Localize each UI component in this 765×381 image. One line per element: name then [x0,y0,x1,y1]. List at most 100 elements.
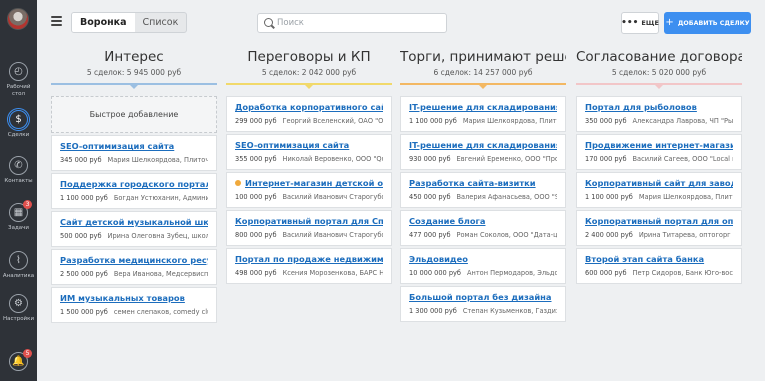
column-header: Интерес 5 сделок: 5 945 000 руб [51,44,217,89]
deal-title-link[interactable]: Продвижение интернет-магазина [585,140,733,151]
deal-amount: 450 000 руб [409,193,451,201]
deal-title-link[interactable]: Создание блога [409,216,557,227]
deal-card[interactable]: Эльдовидео 10 000 000 руб Антон Пермодаров… [400,248,566,284]
tab-list[interactable]: Список [135,13,187,32]
deal-card[interactable]: Разработка сайта-визитки 450 000 руб Валер… [400,172,566,208]
view-switcher: Воронка Список [71,12,188,33]
deal-contact: Петр Сидоров, Банк Юго-восток [632,269,733,277]
deal-title-text: Эльдовидео [409,254,468,264]
deal-title-text: Сайт детской музыкальной школы [60,217,208,227]
search-input[interactable] [277,15,442,31]
deal-card[interactable]: Большой портал без дизайна 1 300 000 руб С… [400,286,566,322]
deal-title-link[interactable]: Разработка медицинского ресурса [60,255,208,266]
deal-meta: 600 000 руб Петр Сидоров, Банк Юго-восток [585,269,733,278]
deal-title-link[interactable]: IT-решение для складирования [409,140,557,151]
pipeline-column: Согласование договора 5 сделок: 5 020 000… [576,44,742,284]
more-button[interactable]: ••• ЕЩЕ [621,12,659,34]
deal-title-text: IT-решение для складирования [409,102,557,112]
deal-contact: Мария Шелкоярдова, Плиточ... [462,117,557,125]
deal-meta: 1 100 000 руб Мария Шелкоярдова, Плиточ..… [409,117,557,126]
deal-contact: Вера Иванова, Медсервисплюс [113,270,208,278]
deal-card[interactable]: Корпоративный портал для Спец.монт... 800… [226,210,392,246]
deal-meta: 800 000 руб Василий Иванович Старогубов, … [235,231,383,240]
deal-card[interactable]: IT-решение для складирования 1 100 000 ру… [400,96,566,132]
plus-icon: + [665,17,674,28]
deal-card[interactable]: SEO-оптимизация сайта 345 000 руб Мария Ше… [51,135,217,171]
deal-title-link[interactable]: SEO-оптимизация сайта [235,140,383,151]
deal-title-link[interactable]: Эльдовидео [409,254,557,265]
deal-card[interactable]: Доработка корпоративного сайта 299 000 ру… [226,96,392,132]
deal-card[interactable]: Портал по продаже недвижимости 498 000 ру… [226,248,392,284]
deal-title-link[interactable]: Интернет-магазин детской одежды [235,178,383,189]
deal-title-link[interactable]: IT-решение для складирования [409,102,557,113]
deal-contact: Антон Пермодаров, Эльдовидео [467,269,557,277]
sidebar-item-settings[interactable]: ⚙ Настройки [0,294,37,338]
deal-meta: 299 000 руб Георгий Вселенский, ОАО "Орио… [235,117,383,126]
deal-card[interactable]: Интернет-магазин детской одежды 100 000 р… [226,172,392,208]
deal-contact: Александра Лаврова, ЧП "Рыбн... [632,117,733,125]
sidebar-item-dashboard[interactable]: ◴ Рабочий стол [0,62,37,106]
deal-card[interactable]: Второй этап сайта банка 600 000 руб Петр С… [576,248,742,284]
deal-contact: Степан Кузьменков, Газдизайн... [462,307,557,315]
deal-card[interactable]: IT-решение для складирования 930 000 руб Е… [400,134,566,170]
deal-contact: Василий Иванович Старогубов, ... [282,193,383,201]
quick-add-area[interactable]: Быстрое добавление [51,96,217,133]
deal-title-text: Создание блога [409,216,486,226]
deal-card[interactable]: Портал для рыболовов 350 000 руб Александр… [576,96,742,132]
sidebar-item-contacts[interactable]: ✆ Контакты [0,156,37,200]
column-title: Интерес [104,49,164,65]
deal-title-link[interactable]: Разработка сайта-визитки [409,178,557,189]
deal-title-link[interactable]: Корпоративный портал для оптовой ... [585,216,733,227]
sidebar-item-label: Рабочий стол [6,84,31,97]
deal-title-text: Корпоративный сайт для завода пли... [585,178,733,188]
deal-card[interactable]: Сайт детской музыкальной школы 500 000 ру… [51,211,217,247]
sidebar-item-tasks[interactable]: ▦ 3 Задачи [0,200,37,247]
deal-title-link[interactable]: Сайт детской музыкальной школы [60,217,208,228]
menu-icon[interactable] [51,16,62,26]
deal-title-link[interactable]: Второй этап сайта банка [585,254,733,265]
deal-amount: 345 000 руб [60,156,102,164]
tab-funnel[interactable]: Воронка [72,13,135,32]
deal-title-link[interactable]: Большой портал без дизайна [409,292,557,303]
deal-title-link[interactable]: Корпоративный портал для Спец.монт... [235,216,383,227]
deal-card[interactable]: Корпоративный сайт для завода пли... 1 10… [576,172,742,208]
deal-meta: 2 500 000 руб Вера Иванова, Медсервисплюс [60,270,208,279]
deal-card[interactable]: Создание блога 477 000 руб Роман Соколов, … [400,210,566,246]
deal-card[interactable]: Разработка медицинского ресурса 2 500 000… [51,249,217,285]
deal-title-text: Поддержка городского портала [60,179,208,189]
deal-title-text: Большой портал без дизайна [409,292,552,302]
phone-icon: ✆ [9,156,28,175]
column-title: Торги, принимают решение [400,49,566,65]
deal-title-text: Интернет-магазин детской одежды [245,178,383,188]
deal-title-link[interactable]: Доработка корпоративного сайта [235,102,383,113]
deal-card[interactable]: Продвижение интернет-магазина 170 000 руб… [576,134,742,170]
sidebar-item-deals[interactable]: $ Сделки [0,110,37,154]
column-summary: 5 сделок: 5 020 000 руб [611,68,707,77]
add-deal-button[interactable]: + ДОБАВИТЬ СДЕЛКУ [664,12,751,34]
user-avatar[interactable] [7,8,29,30]
deal-title-link[interactable]: Портал по продаже недвижимости [235,254,383,265]
deal-title-link[interactable]: Поддержка городского портала [60,179,208,190]
sidebar-item-label: Настройки [2,316,35,322]
deal-amount: 299 000 руб [235,117,277,125]
deal-contact: Роман Соколов, ООО "Дата-центр... [456,231,557,239]
deal-title-text: Доработка корпоративного сайта [235,102,383,112]
deal-card[interactable]: SEO-оптимизация сайта 355 000 руб Николай … [226,134,392,170]
deal-title-link[interactable]: SEO-оптимизация сайта [60,141,208,152]
deal-card[interactable]: ИМ музыкальных товаров 1 500 000 руб семен… [51,287,217,323]
deal-title-link[interactable]: Корпоративный сайт для завода пли... [585,178,733,189]
search-icon [264,18,273,27]
more-button-label: ЕЩЕ [641,19,659,27]
deal-card[interactable]: Поддержка городского портала 1 100 000 ру… [51,173,217,209]
deal-title-text: Продвижение интернет-магазина [585,140,733,150]
deal-amount: 500 000 руб [60,232,102,240]
sidebar-item-analytics[interactable]: ⌇ Аналитика [0,251,37,295]
deal-amount: 2 500 000 руб [60,270,108,278]
sidebar-item-notifications[interactable]: 🔔 5 [0,349,37,381]
deal-card[interactable]: Корпоративный портал для оптовой ... 2 40… [576,210,742,246]
column-stage-bar [51,83,217,89]
deal-title-link[interactable]: Портал для рыболовов [585,102,733,113]
deal-amount: 170 000 руб [585,155,627,163]
deal-contact: Ксения Морозенкова, БАРС Недв... [282,269,383,277]
deal-title-link[interactable]: ИМ музыкальных товаров [60,293,208,304]
